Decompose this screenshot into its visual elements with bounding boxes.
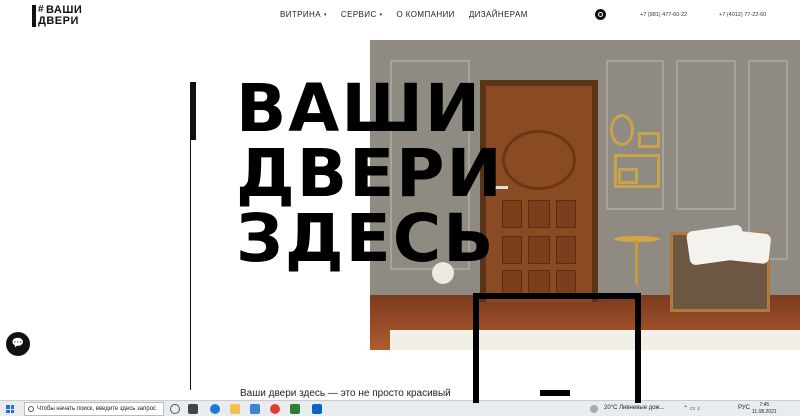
accent-bar	[190, 82, 196, 140]
clock-date: 11.08.2021	[752, 409, 777, 415]
decorative-frame	[473, 293, 641, 403]
store-icon[interactable]	[250, 404, 260, 414]
word-icon[interactable]	[312, 404, 322, 414]
nav-item-label: ДИЗАЙНЕРАМ	[468, 10, 528, 19]
nav-item-dizaineram[interactable]: ДИЗАЙНЕРАМ	[469, 10, 528, 19]
mirror-frame	[610, 114, 634, 146]
chat-widget-button[interactable]: 💬	[6, 332, 30, 356]
site-logo[interactable]: # ВАШИ ДВЕРИ	[32, 5, 92, 27]
tray-icons[interactable]: ⌃ ▭ ♪	[683, 405, 700, 412]
os-taskbar: Чтобы начать поиск, введите здесь запрос…	[0, 400, 800, 416]
clock-time: 7:45	[759, 402, 770, 408]
weather-icon[interactable]	[590, 405, 598, 413]
logo-hash: #	[38, 4, 44, 15]
door-panel	[556, 200, 576, 228]
taskbar-search-input[interactable]: Чтобы начать поиск, введите здесь запрос	[24, 402, 164, 416]
task-view-icon[interactable]	[188, 404, 198, 414]
picture-frame	[638, 132, 660, 148]
nav-item-vitrina[interactable]: ВИТРИНА ▾	[280, 10, 327, 19]
headline-line-2: ДВЕРИ	[236, 135, 504, 212]
logo-bar	[32, 5, 36, 27]
side-table-leg	[635, 240, 638, 285]
nav-item-o-kompanii[interactable]: О КОМПАНИИ	[397, 10, 455, 19]
logo-line2: ДВЕРИ	[38, 15, 79, 27]
door-panel	[528, 200, 550, 228]
system-clock[interactable]: 7:45 11.08.2021	[752, 402, 777, 416]
pillow	[724, 229, 772, 265]
arrow-icon[interactable]	[540, 390, 570, 396]
phone-link-2[interactable]: +7 (4012) 77-22-60	[719, 12, 766, 18]
divider-line	[190, 140, 191, 390]
cortana-icon[interactable]	[170, 404, 180, 414]
wall-panel	[676, 60, 736, 210]
nav-item-label: ВИТРИНА	[280, 10, 321, 19]
nav-item-label: О КОМПАНИИ	[396, 10, 455, 19]
weather-text[interactable]: 20°C Ливневые дож...	[604, 405, 665, 411]
search-icon	[28, 406, 34, 412]
instagram-icon[interactable]	[595, 9, 606, 20]
intro-text: Ваши двери здесь — это не просто красивы…	[240, 388, 451, 399]
door-oval-ornament	[502, 130, 576, 190]
app-icon[interactable]	[290, 404, 300, 414]
chevron-down-icon: ▾	[323, 11, 327, 18]
chat-icon: 💬	[11, 338, 25, 349]
phone-link-1[interactable]: +7 (981) 477-60-22	[640, 12, 687, 18]
headline-line-1: ВАШИ	[236, 70, 483, 147]
file-explorer-icon[interactable]	[230, 404, 240, 414]
language-indicator[interactable]: РУС	[738, 405, 750, 411]
door-panel	[502, 236, 522, 264]
chevron-down-icon: ▾	[379, 11, 383, 18]
page: # ВАШИ ДВЕРИ ВИТРИНА ▾ СЕРВИС ▾ О КОМПАН…	[0, 0, 800, 416]
windows-start-icon[interactable]	[6, 405, 14, 413]
site-header: # ВАШИ ДВЕРИ ВИТРИНА ▾ СЕРВИС ▾ О КОМПАН…	[0, 0, 800, 34]
door-panel	[556, 236, 576, 264]
edge-browser-icon[interactable]	[210, 404, 220, 414]
picture-frame	[618, 168, 638, 184]
nav-item-servis[interactable]: СЕРВИС ▾	[341, 10, 383, 19]
wall-panel	[748, 60, 788, 260]
hero-headline: ВАШИ ДВЕРИ ЗДЕСЬ	[236, 70, 504, 277]
yandex-browser-icon[interactable]	[270, 404, 280, 414]
headline-line-3: ЗДЕСЬ	[236, 200, 496, 277]
main-nav: ВИТРИНА ▾ СЕРВИС ▾ О КОМПАНИИ ДИЗАЙНЕРАМ	[280, 10, 528, 19]
search-placeholder: Чтобы начать поиск, введите здесь запрос	[37, 406, 157, 412]
door-panel	[528, 236, 550, 264]
door-panel	[502, 200, 522, 228]
nav-item-label: СЕРВИС	[340, 10, 377, 19]
